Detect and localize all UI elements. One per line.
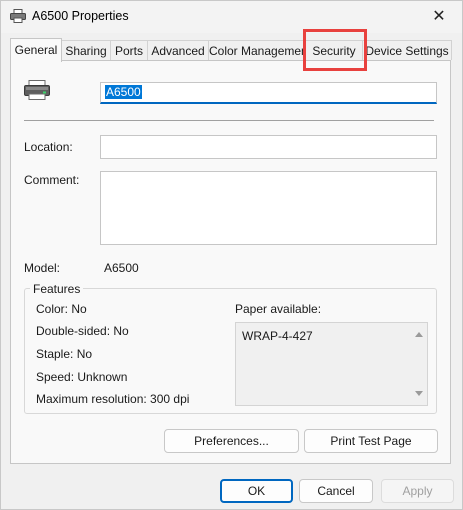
- preferences-button[interactable]: Preferences...: [164, 429, 299, 453]
- tab-device-settings[interactable]: Device Settings: [362, 40, 452, 60]
- comment-label: Comment:: [24, 173, 80, 187]
- tab-color-management[interactable]: Color Management: [208, 40, 306, 60]
- paper-list-scrollbar[interactable]: [412, 324, 426, 404]
- feature-color: Color: No: [36, 302, 87, 316]
- model-value: A6500: [104, 261, 139, 275]
- feature-max-resolution: Maximum resolution: 300 dpi: [36, 392, 190, 406]
- cancel-button[interactable]: Cancel: [299, 479, 373, 503]
- tab-sharing[interactable]: Sharing: [61, 40, 111, 60]
- close-icon[interactable]: ✕: [416, 1, 462, 33]
- paper-list[interactable]: WRAP-4-427: [235, 322, 428, 406]
- separator: [24, 120, 434, 121]
- features-legend: Features: [30, 282, 84, 296]
- tab-general[interactable]: General: [10, 38, 62, 62]
- printer-device-icon: [24, 80, 50, 100]
- location-label: Location:: [24, 140, 73, 154]
- comment-field[interactable]: [100, 171, 437, 245]
- paper-available-label: Paper available:: [235, 302, 322, 316]
- tab-strip: General Sharing Ports Advanced Color Man…: [10, 38, 452, 62]
- print-test-page-button[interactable]: Print Test Page: [304, 429, 438, 453]
- apply-button[interactable]: Apply: [381, 479, 454, 503]
- tab-advanced[interactable]: Advanced: [147, 40, 209, 60]
- location-field[interactable]: [100, 135, 437, 159]
- paper-list-item[interactable]: WRAP-4-427: [242, 329, 313, 343]
- printer-icon: [10, 9, 26, 23]
- scroll-down-icon[interactable]: [415, 391, 423, 396]
- window-title: A6500 Properties: [32, 9, 129, 23]
- tab-security[interactable]: Security: [305, 40, 363, 60]
- ok-button[interactable]: OK: [220, 479, 293, 503]
- feature-double-sided: Double-sided: No: [36, 324, 129, 338]
- feature-speed: Speed: Unknown: [36, 370, 128, 384]
- feature-staple: Staple: No: [36, 347, 93, 361]
- tab-ports[interactable]: Ports: [110, 40, 148, 60]
- model-label: Model:: [24, 261, 61, 275]
- title-bar: A6500 Properties ✕: [1, 1, 462, 33]
- printer-name-value: A6500: [105, 85, 142, 99]
- scroll-up-icon[interactable]: [415, 332, 423, 337]
- printer-name-input[interactable]: A6500: [100, 82, 437, 104]
